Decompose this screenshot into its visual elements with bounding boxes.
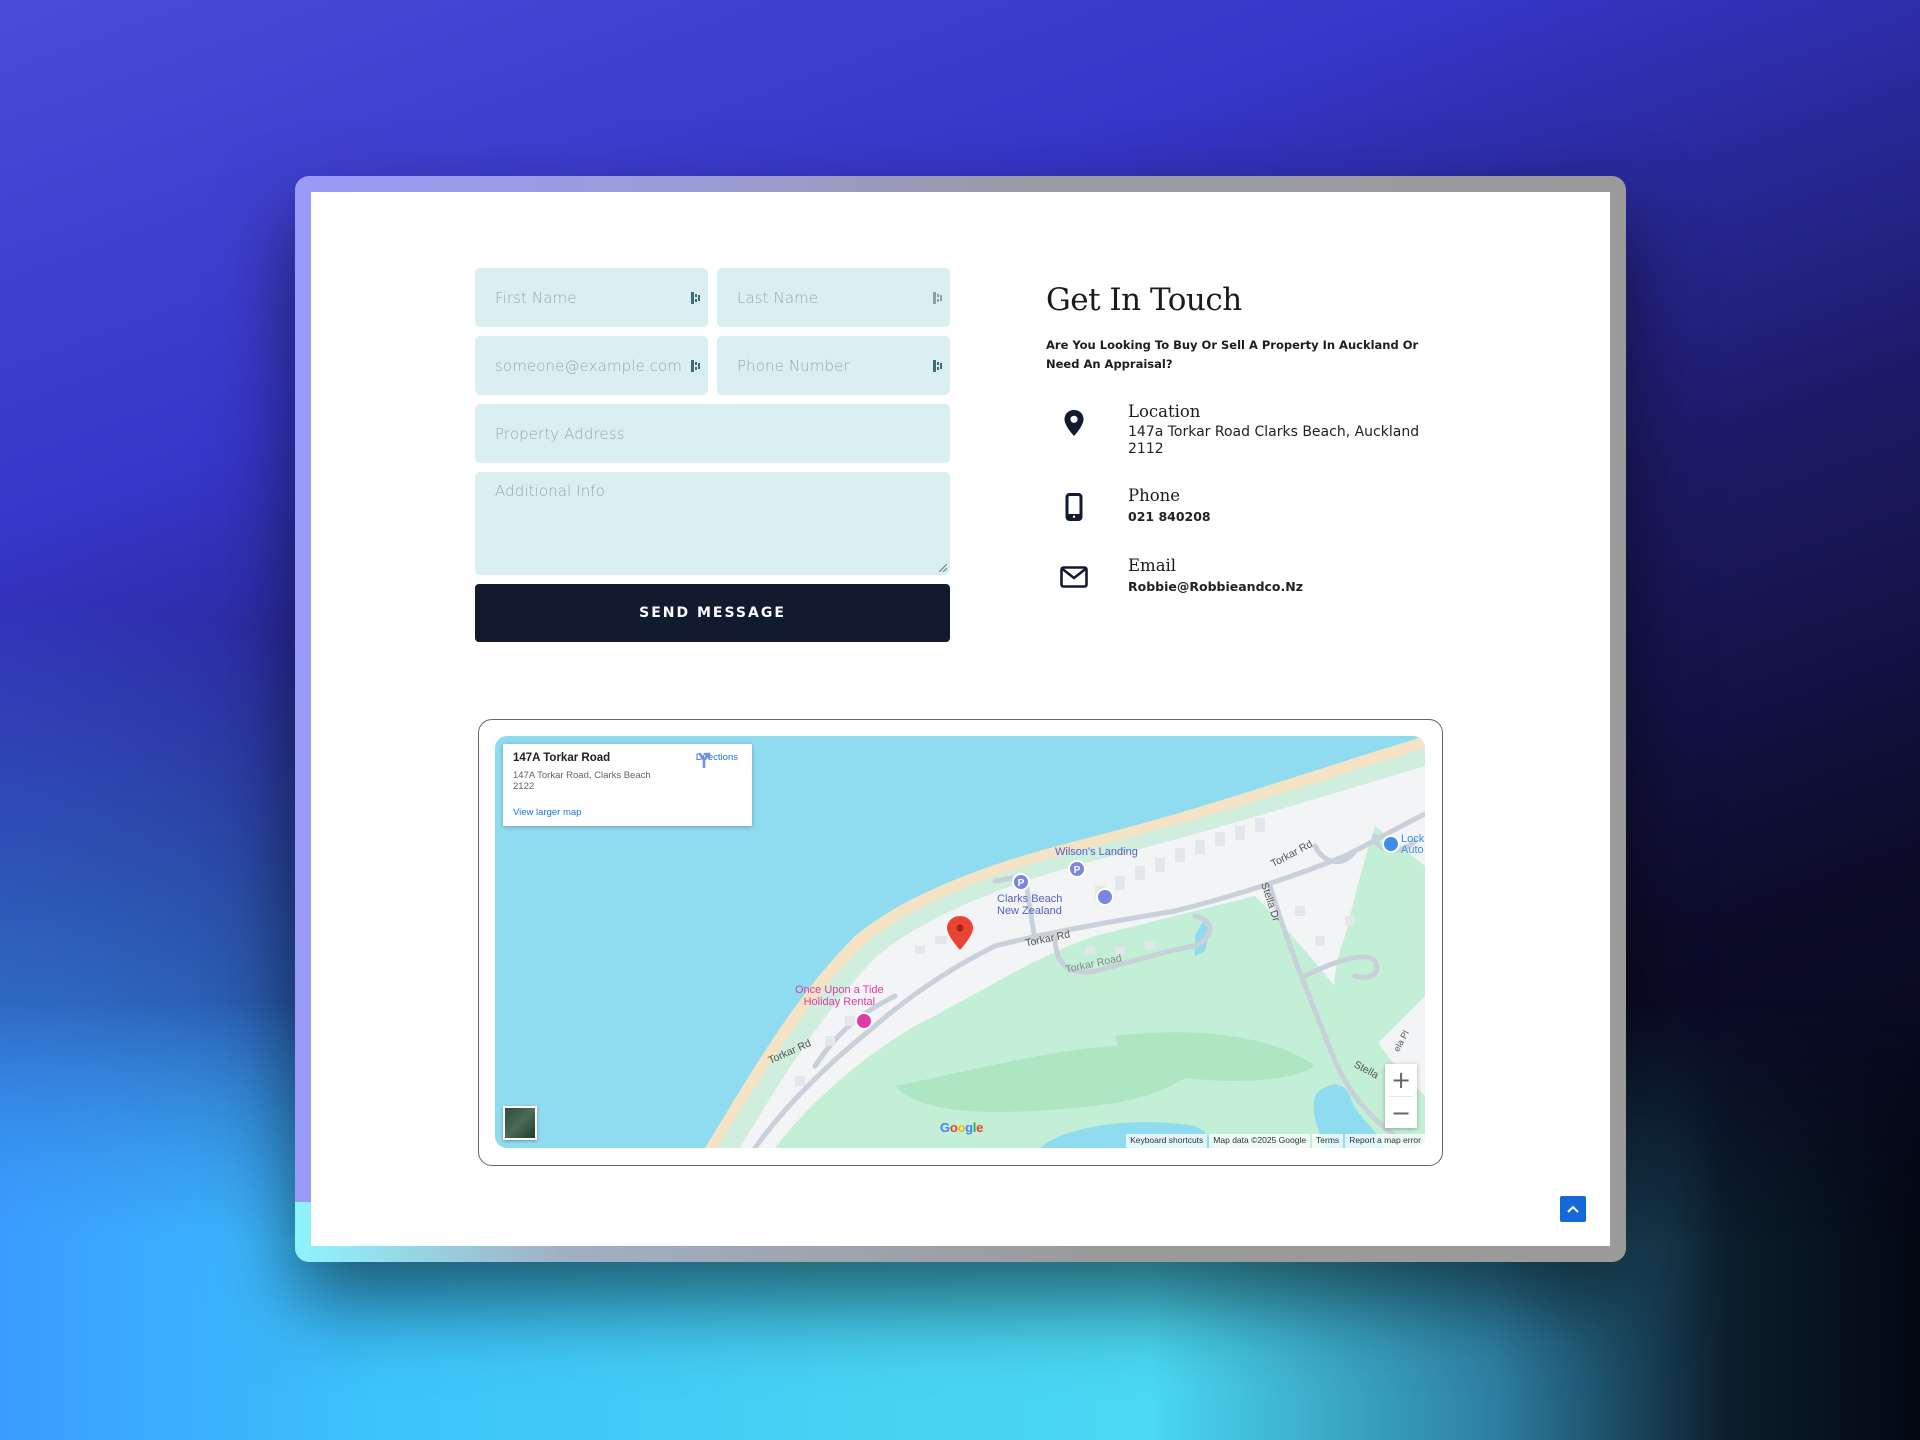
additional-info-placeholder: Additional Info: [495, 482, 605, 500]
map-attribution: Keyboard shortcuts Map data ©2025 Google…: [1124, 1134, 1425, 1148]
email-placeholder: someone@example.com: [495, 356, 683, 375]
view-larger-map-link[interactable]: View larger map: [513, 807, 581, 818]
send-message-button[interactable]: SEND MESSAGE: [475, 584, 950, 642]
phone-placeholder: Phone Number: [737, 356, 850, 375]
contact-item-location: Location 147a Torkar Road Clarks Beach, …: [1046, 402, 1426, 458]
password-manager-icon[interactable]: [691, 359, 700, 372]
contact-item-email: Email Robbie@Robbieandco.Nz: [1046, 556, 1426, 606]
satellite-toggle[interactable]: [503, 1106, 537, 1140]
map-pin-icon: [1060, 408, 1088, 438]
place-address: 147A Torkar Road, Clarks Beach 2122: [513, 770, 651, 792]
scroll-to-top-button[interactable]: [1560, 1196, 1586, 1222]
map-label-wilsons-landing[interactable]: Wilson's Landing: [1055, 846, 1138, 858]
mobile-phone-icon: [1060, 492, 1088, 522]
restroom-icon: [1096, 888, 1114, 906]
contact-subtitle: Are You Looking To Buy Or Sell A Propert…: [1046, 338, 1419, 371]
keyboard-shortcuts-link[interactable]: Keyboard shortcuts: [1126, 1134, 1208, 1148]
email-value[interactable]: Robbie@Robbieandco.Nz: [1128, 578, 1426, 595]
chevron-up-icon: [1567, 1205, 1579, 1213]
directions-button[interactable]: Directions: [696, 752, 738, 768]
shopping-icon: [1382, 835, 1400, 853]
last-name-input[interactable]: Last Name: [717, 268, 950, 327]
email-input[interactable]: someone@example.com: [475, 336, 708, 395]
svg-text:P: P: [1018, 878, 1025, 889]
zoom-out-button[interactable]: −: [1385, 1097, 1417, 1129]
contact-info: Get In Touch Are You Looking To Buy Or S…: [1046, 282, 1426, 606]
last-name-placeholder: Last Name: [737, 288, 819, 307]
page-title: Get In Touch: [1046, 282, 1242, 318]
report-map-error-link[interactable]: Report a map error: [1345, 1134, 1425, 1148]
additional-info-textarea[interactable]: Additional Info: [475, 472, 950, 575]
map-label-once-upon-a-tide[interactable]: Once Upon a Tide Holiday Rental: [795, 984, 884, 1008]
password-manager-icon[interactable]: [933, 359, 942, 372]
map-label-lock-auto[interactable]: Lock Auto: [1401, 834, 1424, 856]
phone-input[interactable]: Phone Number: [717, 336, 950, 395]
map-card: P P Wilson's Landing Clarks Beach New Ze…: [478, 719, 1443, 1166]
envelope-icon: [1060, 562, 1088, 592]
google-logo: Google: [940, 1120, 984, 1135]
terms-link[interactable]: Terms: [1312, 1134, 1344, 1148]
hotel-icon: [855, 1012, 873, 1030]
parking-icon: P: [1068, 860, 1086, 878]
embedded-map[interactable]: P P Wilson's Landing Clarks Beach New Ze…: [495, 736, 1425, 1148]
property-address-placeholder: Property Address: [495, 424, 625, 443]
first-name-placeholder: First Name: [495, 288, 577, 307]
phone-value[interactable]: 021 840208: [1128, 508, 1426, 525]
resize-handle[interactable]: [939, 564, 947, 572]
map-label-clarks-beach[interactable]: Clarks Beach New Zealand: [997, 893, 1062, 917]
email-label: Email: [1128, 556, 1177, 575]
contact-item-phone: Phone 021 840208: [1046, 486, 1426, 536]
zoom-in-button[interactable]: +: [1385, 1064, 1417, 1096]
svg-text:P: P: [1074, 865, 1081, 876]
location-value: 147a Torkar Road Clarks Beach, Auckland …: [1128, 424, 1420, 457]
location-label: Location: [1128, 402, 1201, 421]
page: First Name Last Name someone@example.com…: [311, 192, 1610, 1246]
password-manager-icon[interactable]: [691, 291, 700, 304]
parking-icon: P: [1012, 873, 1030, 891]
zoom-controls: + −: [1385, 1064, 1417, 1128]
place-card: 147A Torkar Road 147A Torkar Road, Clark…: [503, 744, 752, 826]
directions-icon: [698, 752, 710, 768]
property-address-input[interactable]: Property Address: [475, 404, 950, 463]
password-manager-icon[interactable]: [933, 291, 942, 304]
browser-frame: First Name Last Name someone@example.com…: [295, 176, 1626, 1262]
contact-form: First Name Last Name someone@example.com…: [475, 268, 950, 642]
phone-label: Phone: [1128, 486, 1181, 505]
first-name-input[interactable]: First Name: [475, 268, 708, 327]
map-data-label: Map data ©2025 Google: [1209, 1134, 1311, 1148]
